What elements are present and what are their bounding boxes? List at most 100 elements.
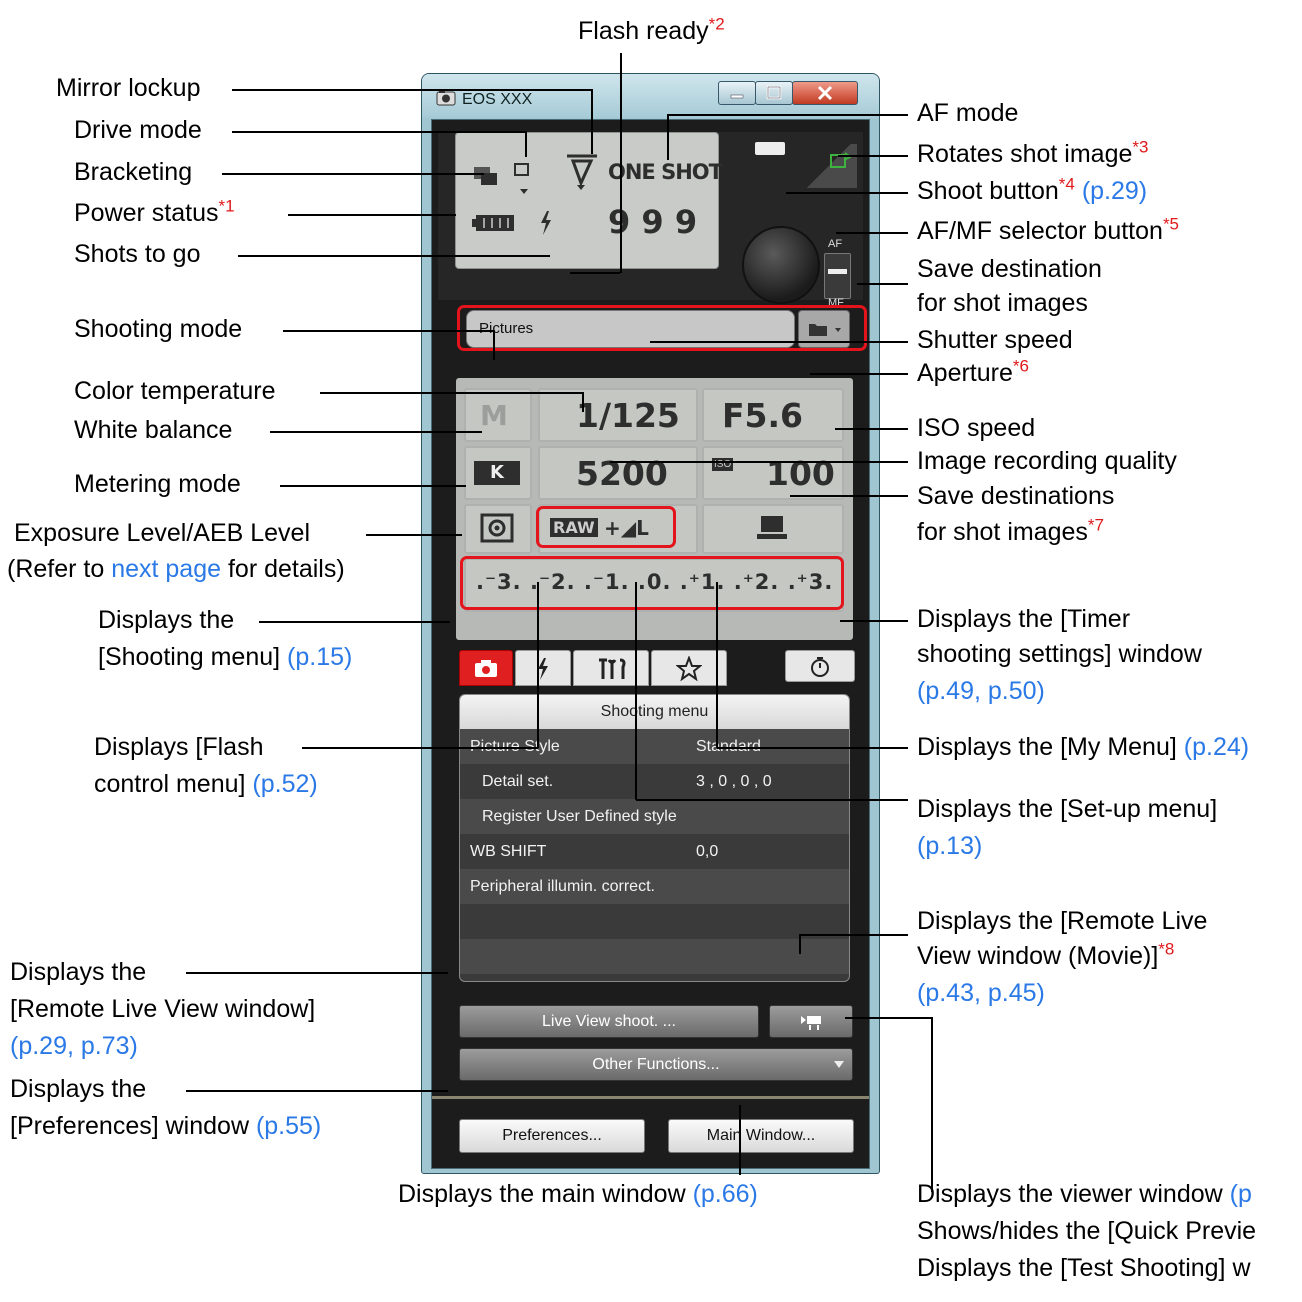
leader-line (366, 534, 462, 536)
leader-line (931, 1017, 933, 1192)
resize-grip-icon[interactable] (630, 1172, 670, 1174)
label-displays-preferences: Displays the (10, 1075, 147, 1103)
leader-line (259, 621, 450, 623)
status-led (755, 142, 785, 155)
leader-line (635, 582, 637, 800)
computer-icon (757, 516, 787, 539)
leader-line (283, 330, 494, 332)
leader-line (238, 255, 550, 257)
preferences-button[interactable]: Preferences... (459, 1119, 645, 1153)
af-mf-selector-button[interactable] (824, 253, 851, 299)
shooting-mode-value: M (480, 399, 508, 432)
label-af-mode: AF mode (917, 99, 1019, 127)
timer-shooting-button[interactable] (785, 650, 855, 682)
ref-link[interactable]: (p.29, p.73) (10, 1034, 138, 1059)
live-view-shoot-button[interactable]: Live View shoot. ... (459, 1005, 759, 1038)
ref-link[interactable]: (p.55) (256, 1112, 321, 1140)
menu-row-empty (460, 939, 849, 974)
label-preferences-window: [Preferences] window (p.55) (10, 1112, 322, 1140)
leader-line (591, 89, 593, 154)
close-button[interactable] (792, 81, 858, 105)
menu-row[interactable]: Peripheral illumin. correct. (460, 869, 849, 904)
leader-line (810, 373, 908, 375)
leader-line (838, 155, 908, 157)
menu-row[interactable]: Detail set. 3 , 0 , 0 , 0 (460, 764, 849, 799)
menu-row[interactable]: WB SHIFT 0,0 (460, 834, 849, 869)
ref-link[interactable]: (p (1230, 1180, 1252, 1208)
next-page-link[interactable]: next page (111, 555, 221, 583)
ref-link[interactable]: (p.66) (693, 1180, 758, 1208)
ref-link[interactable]: (p.43, p.45) (917, 981, 1045, 1006)
label-displays-shooting-menu: Displays the (98, 606, 235, 634)
menu-row-value: 3 , 0 , 0 , 0 (696, 773, 772, 790)
tab-shooting-menu[interactable] (459, 650, 513, 686)
metering-mode-icon (480, 513, 514, 543)
color-temperature-cell[interactable]: 5200 (538, 446, 698, 500)
maximize-button[interactable] (755, 81, 793, 105)
menu-header-label: Shooting menu (600, 703, 709, 720)
menu-row-key: WB SHIFT (470, 843, 547, 860)
label-iso-speed: ISO speed (917, 414, 1036, 442)
menu-row-key: Peripheral illumin. correct. (470, 878, 655, 895)
tab-setup-menu[interactable] (573, 650, 649, 686)
title-bar[interactable]: EOS XXX (422, 74, 879, 118)
color-temperature-value: 5200 (576, 454, 668, 493)
label-rotates-shot-image: Rotates shot image*3 (917, 137, 1149, 168)
rotate-image-button[interactable] (801, 144, 857, 188)
white-balance-value: K (474, 461, 520, 485)
ref-link[interactable]: (p.13) (917, 834, 982, 859)
tab-flash-control-menu[interactable] (515, 650, 571, 686)
main-window-button[interactable]: Main Window... (668, 1119, 854, 1153)
minimize-button[interactable] (718, 81, 756, 105)
leader-line (280, 485, 466, 487)
af-mf-switch-bar (828, 269, 847, 274)
ref-link[interactable]: (p.52) (252, 770, 317, 798)
leader-line (717, 747, 908, 749)
highlight-save-destination (457, 305, 867, 351)
label-viewer-window: Displays the viewer window (p (917, 1180, 1252, 1208)
shutter-speed-cell[interactable]: 1/125 (538, 388, 698, 442)
movie-live-view-button[interactable] (769, 1005, 853, 1038)
label-displays-flash: Displays [Flash (94, 733, 264, 761)
leader-line (222, 173, 484, 175)
leader-line (835, 428, 908, 430)
iso-tag: ISO (712, 458, 734, 471)
mirror-lockup-icon[interactable] (563, 153, 603, 191)
shooting-mode-cell[interactable]: M (464, 388, 532, 442)
ref-link[interactable]: (p.24) (1184, 733, 1249, 761)
aperture-cell[interactable]: F5.6 (702, 388, 844, 442)
leader-line (836, 232, 908, 234)
ref-link[interactable]: (p.15) (287, 643, 352, 671)
label-flash-control-menu: control menu] (p.52) (94, 770, 318, 798)
ref-link[interactable]: (p.49, p.50) (917, 679, 1045, 704)
label-color-temperature: Color temperature (74, 377, 276, 405)
label-remote-live-movie: Displays the [Remote Live (917, 907, 1208, 935)
ref-link[interactable]: (p.29) (1082, 177, 1147, 205)
save-destinations-cell[interactable] (702, 504, 844, 554)
movie-camera-icon (801, 1016, 821, 1030)
label-timer: Displays the [Timer (917, 605, 1131, 633)
af-mode-value[interactable]: ONE SHOT (608, 160, 723, 184)
leader-line (232, 89, 592, 91)
iso-speed-cell[interactable]: ISO 100 (702, 446, 844, 500)
label-shots-to-go: Shots to go (74, 240, 201, 268)
label-quick-preview: Shows/hides the [Quick Previe (917, 1217, 1257, 1245)
exposure-settings-panel: M 1/125 F5.6 K 5200 ISO 100 RAW +◢L .⁻3.… (456, 378, 853, 640)
leader-line (667, 114, 669, 160)
metering-mode-cell[interactable] (464, 504, 532, 554)
af-label: AF (828, 238, 843, 250)
label-test-shooting: Displays the [Test Shooting] w (917, 1254, 1251, 1282)
label-power-status: Power status*1 (74, 196, 235, 227)
leader-line (786, 192, 908, 194)
flash-ready-icon (541, 211, 551, 235)
menu-row[interactable]: Register User Defined style (460, 799, 849, 834)
leader-line (186, 972, 448, 974)
aperture-value: F5.6 (722, 396, 804, 435)
label-my-menu: Displays the [My Menu] (p.24) (917, 733, 1250, 761)
leader-line (525, 131, 527, 157)
white-balance-cell[interactable]: K (464, 446, 532, 500)
shoot-button[interactable] (742, 226, 820, 304)
drive-mode-icon[interactable] (512, 161, 534, 195)
menu-header: Shooting menu (460, 695, 849, 729)
other-functions-button[interactable]: Other Functions... (459, 1048, 853, 1081)
